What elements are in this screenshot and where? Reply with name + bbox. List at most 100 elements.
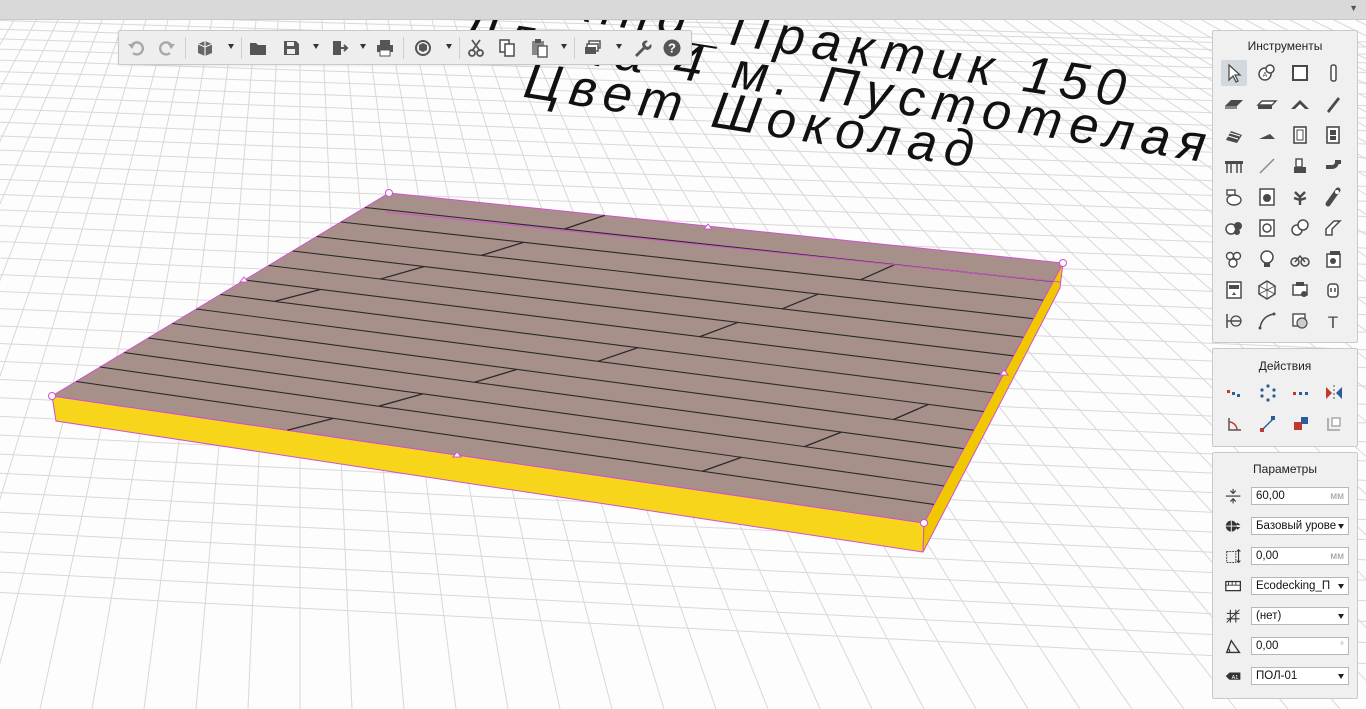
material-icon bbox=[1223, 576, 1245, 598]
copy-icon[interactable] bbox=[496, 37, 518, 59]
param-value: Ecodecking_П bbox=[1256, 580, 1331, 592]
tools-panel: Инструменты A T bbox=[1212, 30, 1358, 343]
tool-figure-icon[interactable] bbox=[1287, 153, 1313, 179]
action-move-icon[interactable] bbox=[1222, 380, 1248, 406]
tool-fitting-icon[interactable] bbox=[1320, 184, 1346, 210]
tool-boiler-icon[interactable] bbox=[1254, 215, 1280, 241]
save-dropdown-arrow[interactable] bbox=[313, 44, 319, 49]
cut-icon[interactable] bbox=[465, 37, 487, 59]
layers-dropdown-arrow[interactable] bbox=[616, 44, 622, 49]
chevron-down-icon[interactable] bbox=[1338, 674, 1344, 679]
help-icon[interactable]: ? bbox=[661, 37, 683, 59]
corner-handle bbox=[920, 519, 928, 527]
param-row: 0,00 мм bbox=[1223, 546, 1353, 568]
action-rotate-icon[interactable] bbox=[1222, 411, 1248, 437]
tool-select-icon[interactable] bbox=[1221, 60, 1247, 86]
main-toolbar: ? bbox=[118, 30, 692, 65]
redo-icon[interactable] bbox=[156, 37, 178, 59]
param-value: 60,00 bbox=[1256, 490, 1285, 502]
tool-duct-icon[interactable] bbox=[1320, 215, 1346, 241]
tool-arc-icon[interactable] bbox=[1254, 308, 1280, 334]
tool-washer-icon[interactable] bbox=[1254, 184, 1280, 210]
corner-handle bbox=[385, 189, 393, 197]
corner-handle bbox=[48, 392, 56, 400]
tool-roof-icon[interactable] bbox=[1287, 91, 1313, 117]
tool-cabinet-icon[interactable] bbox=[1221, 277, 1247, 303]
param-select[interactable]: Ecodecking_П bbox=[1251, 577, 1349, 595]
tool-toilet-icon[interactable] bbox=[1221, 184, 1247, 210]
param-value: Базовый урове bbox=[1256, 520, 1337, 532]
tool-roll-icon[interactable] bbox=[1287, 215, 1313, 241]
view-dropdown-arrow[interactable] bbox=[228, 44, 234, 49]
tool-hatch-icon[interactable] bbox=[1287, 308, 1313, 334]
param-input[interactable]: 0,00 мм bbox=[1251, 547, 1349, 565]
chevron-down-icon[interactable] bbox=[1338, 524, 1344, 529]
chevron-down-icon[interactable] bbox=[1338, 614, 1344, 619]
action-scale-icon[interactable] bbox=[1255, 411, 1281, 437]
tool-window-icon[interactable] bbox=[1320, 122, 1346, 148]
svg-text:?: ? bbox=[668, 41, 676, 56]
tool-wall-box-icon[interactable] bbox=[1287, 60, 1313, 86]
action-distribute-icon[interactable] bbox=[1288, 380, 1314, 406]
tool-ramp-icon[interactable] bbox=[1254, 122, 1280, 148]
3d-viewport[interactable]: Ecodecking_Практик 150 Длина 4 м. Пустот… bbox=[0, 20, 1366, 709]
svg-text:A: A bbox=[1263, 72, 1268, 79]
tool-socket-icon[interactable] bbox=[1320, 277, 1346, 303]
tool-rail-icon[interactable] bbox=[1320, 91, 1346, 117]
action-align-icon[interactable] bbox=[1288, 411, 1314, 437]
floor-slab[interactable] bbox=[48, 189, 1067, 553]
tool-table-icon[interactable] bbox=[1221, 153, 1247, 179]
layers-icon[interactable] bbox=[582, 37, 604, 59]
param-input[interactable]: 0,00 ° bbox=[1251, 637, 1349, 655]
param-unit: ° bbox=[1340, 641, 1344, 652]
param-select[interactable]: ПОЛ-01 bbox=[1251, 667, 1349, 685]
action-array-icon[interactable] bbox=[1255, 380, 1281, 406]
tool-dimension-icon[interactable] bbox=[1221, 308, 1247, 334]
export-dropdown-arrow[interactable] bbox=[360, 44, 366, 49]
offset-icon bbox=[1223, 546, 1245, 568]
tool-stair-icon[interactable] bbox=[1221, 122, 1247, 148]
action-mirror-icon[interactable] bbox=[1321, 380, 1347, 406]
param-value: ПОЛ-01 bbox=[1256, 670, 1298, 682]
thickness-icon bbox=[1223, 486, 1245, 508]
rotate-view-icon[interactable] bbox=[412, 37, 434, 59]
tool-shower-icon[interactable] bbox=[1221, 215, 1247, 241]
tool-people-icon[interactable] bbox=[1221, 246, 1247, 272]
chevron-down-icon[interactable] bbox=[1338, 584, 1344, 589]
paste-dropdown-arrow[interactable] bbox=[561, 44, 567, 49]
save-icon[interactable] bbox=[280, 37, 302, 59]
param-row: Базовый урове bbox=[1223, 516, 1353, 538]
tool-plant-icon[interactable] bbox=[1287, 184, 1313, 210]
tool-beam-icon[interactable] bbox=[1254, 91, 1280, 117]
tool-bike-icon[interactable] bbox=[1287, 246, 1313, 272]
param-row: 60,00 мм bbox=[1223, 486, 1353, 508]
tool-polyhedron-icon[interactable] bbox=[1254, 277, 1280, 303]
tool-text-icon[interactable]: T bbox=[1320, 308, 1346, 334]
tool-column-icon[interactable] bbox=[1320, 60, 1346, 86]
export-icon[interactable] bbox=[329, 37, 351, 59]
tool-lamp-icon[interactable] bbox=[1254, 246, 1280, 272]
wrench-icon[interactable] bbox=[631, 37, 653, 59]
view-3d-icon[interactable] bbox=[194, 37, 216, 59]
open-folder-icon[interactable] bbox=[247, 37, 269, 59]
rotate-dropdown-arrow[interactable] bbox=[446, 44, 452, 49]
undo-icon[interactable] bbox=[125, 37, 147, 59]
tag-icon: A1 bbox=[1223, 666, 1245, 688]
param-input[interactable]: 60,00 мм bbox=[1251, 487, 1349, 505]
tool-door-icon[interactable] bbox=[1287, 122, 1313, 148]
print-icon[interactable] bbox=[374, 37, 396, 59]
tool-pipe-icon[interactable] bbox=[1320, 153, 1346, 179]
param-select[interactable]: (нет) bbox=[1251, 607, 1349, 625]
corner-handle bbox=[1059, 259, 1067, 267]
paste-icon[interactable] bbox=[528, 37, 550, 59]
tool-slab-icon[interactable] bbox=[1221, 91, 1247, 117]
tool-appliance-icon[interactable] bbox=[1320, 246, 1346, 272]
params-panel-title: Параметры bbox=[1253, 462, 1317, 476]
tool-line-icon[interactable] bbox=[1254, 153, 1280, 179]
action-copy-props-icon[interactable] bbox=[1321, 411, 1347, 437]
param-select[interactable]: Базовый урове bbox=[1251, 517, 1349, 535]
tool-place-icon[interactable]: A bbox=[1254, 60, 1280, 86]
actions-panel-title: Действия bbox=[1258, 359, 1312, 373]
collapse-arrow-icon[interactable]: ▼ bbox=[1349, 3, 1358, 13]
tool-printer-icon[interactable] bbox=[1287, 277, 1313, 303]
